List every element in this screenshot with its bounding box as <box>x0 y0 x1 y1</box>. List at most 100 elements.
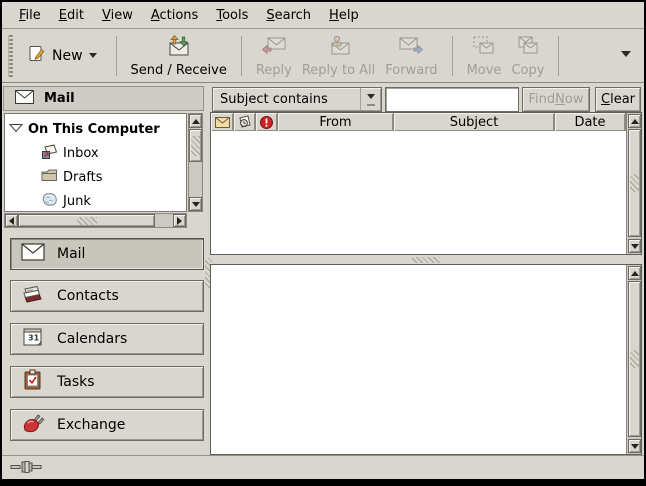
scroll-up-button[interactable] <box>628 266 641 280</box>
reply-icon <box>261 35 287 61</box>
copy-label: Copy <box>511 63 544 78</box>
find-now-button[interactable]: Find Now <box>522 87 590 112</box>
preview-scrollbar[interactable] <box>626 265 641 454</box>
scrollbar-thumb[interactable] <box>628 129 641 237</box>
reply-to-all-button[interactable]: Reply to All <box>297 33 380 80</box>
column-date-label: Date <box>574 115 605 130</box>
message-list-scrollbar[interactable] <box>626 113 641 254</box>
send-receive-button[interactable]: Send / Receive <box>126 33 232 80</box>
inbox-icon <box>41 144 58 163</box>
switcher-exchange-button[interactable]: Exchange <box>10 409 204 441</box>
menu-actions[interactable]: Actions <box>142 4 208 27</box>
column-date[interactable]: Date <box>555 113 626 131</box>
follow-up-icon <box>237 115 252 129</box>
scroll-down-button[interactable] <box>628 239 641 253</box>
splitter-grip[interactable] <box>412 257 440 263</box>
tree-item-inbox[interactable]: Inbox <box>5 142 186 164</box>
move-icon <box>471 35 497 61</box>
chevron-down-icon <box>89 53 97 62</box>
evolution-window: File Edit View Actions Tools Search Help… <box>0 0 646 486</box>
tree-item-junk[interactable]: Junk <box>5 190 186 212</box>
scroll-up-button[interactable] <box>628 114 641 128</box>
switcher-tasks-button[interactable]: Tasks <box>10 366 204 398</box>
clear-button[interactable]: Clear <box>595 87 641 112</box>
toolbar: New Send / Receive <box>2 30 644 83</box>
status-bar <box>2 455 644 479</box>
tree-root-label: On This Computer <box>28 122 160 137</box>
importance-icon <box>260 116 273 129</box>
menu-help[interactable]: Help <box>320 4 368 27</box>
message-list-body[interactable] <box>211 131 626 254</box>
contacts-icon <box>21 283 45 309</box>
scroll-right-button[interactable] <box>173 214 186 227</box>
send-receive-label: Send / Receive <box>131 63 227 78</box>
forward-icon <box>398 35 424 61</box>
reply-button[interactable]: Reply <box>251 33 297 80</box>
tree-root-on-this-computer[interactable]: On This Computer <box>5 118 186 140</box>
move-label: Move <box>467 63 502 78</box>
forward-label: Forward <box>385 63 437 78</box>
scrollbar-thumb[interactable] <box>18 214 155 227</box>
message-list-header: From Subject Date <box>211 113 626 131</box>
message-list-pane: From Subject Date <box>210 112 642 255</box>
new-button[interactable]: New <box>18 39 107 73</box>
move-button[interactable]: Move <box>462 33 507 80</box>
calendar-icon: 31 <box>21 326 45 352</box>
folder-tree: On This Computer Inbox Drafts <box>4 113 187 212</box>
menu-edit[interactable]: Edit <box>50 4 93 27</box>
tree-horizontal-scrollbar[interactable] <box>4 213 187 228</box>
toolbar-separator <box>241 36 242 76</box>
preview-splitter[interactable] <box>210 255 642 264</box>
scroll-left-button[interactable] <box>5 214 18 227</box>
tree-item-label: Inbox <box>63 146 99 161</box>
scrollbar-thumb[interactable] <box>189 129 202 162</box>
scroll-down-button[interactable] <box>189 197 202 211</box>
column-message-status[interactable] <box>211 113 234 131</box>
online-status-icon[interactable] <box>10 458 42 477</box>
new-button-label: New <box>52 48 83 64</box>
tree-item-label: Drafts <box>63 170 103 185</box>
scroll-down-button[interactable] <box>628 439 641 453</box>
search-input[interactable] <box>385 87 519 112</box>
switcher-contacts-button[interactable]: Contacts <box>10 280 204 312</box>
menu-view[interactable]: View <box>93 4 142 27</box>
scrollbar-thumb[interactable] <box>628 281 641 437</box>
reply-to-all-icon <box>326 35 352 61</box>
switcher-label: Calendars <box>57 331 127 347</box>
scroll-up-button[interactable] <box>189 114 202 128</box>
chevron-down-icon <box>621 51 631 62</box>
tree-vertical-scrollbar[interactable] <box>188 113 203 212</box>
switcher-mail-button[interactable]: Mail <box>10 238 204 270</box>
menu-search[interactable]: Search <box>257 4 320 27</box>
tree-item-label: Junk <box>63 194 91 209</box>
column-subject-label: Subject <box>450 115 499 130</box>
toolbar-overflow-button[interactable] <box>616 49 636 64</box>
toolbar-separator <box>116 36 117 76</box>
menu-file[interactable]: File <box>10 4 50 27</box>
column-from-label: From <box>319 115 351 130</box>
switcher-label: Mail <box>57 246 85 262</box>
menu-tools[interactable]: Tools <box>207 4 257 27</box>
tree-item-drafts[interactable]: Drafts <box>5 166 186 188</box>
switcher-calendars-button[interactable]: 31 Calendars <box>10 323 204 355</box>
exchange-icon <box>21 412 45 438</box>
forward-button[interactable]: Forward <box>380 33 442 80</box>
toolbar-grip[interactable] <box>8 35 13 77</box>
folder-icon <box>41 168 58 186</box>
column-follow-up[interactable] <box>234 113 256 131</box>
copy-button[interactable]: Copy <box>506 33 549 80</box>
column-importance[interactable] <box>256 113 278 131</box>
switcher-label: Tasks <box>57 374 95 390</box>
reply-label: Reply <box>256 63 292 78</box>
svg-text:31: 31 <box>28 334 40 343</box>
mail-icon <box>15 89 34 108</box>
sidebar-header: Mail <box>3 86 204 111</box>
expander-icon[interactable] <box>9 122 23 137</box>
toolbar-separator <box>452 36 453 76</box>
search-filter-value: Subject contains <box>213 92 360 107</box>
search-filter-dropdown[interactable]: Subject contains <box>212 87 382 112</box>
column-subject[interactable]: Subject <box>394 113 555 131</box>
column-from[interactable]: From <box>278 113 394 131</box>
new-message-icon <box>28 45 46 67</box>
tasks-icon <box>21 369 45 395</box>
